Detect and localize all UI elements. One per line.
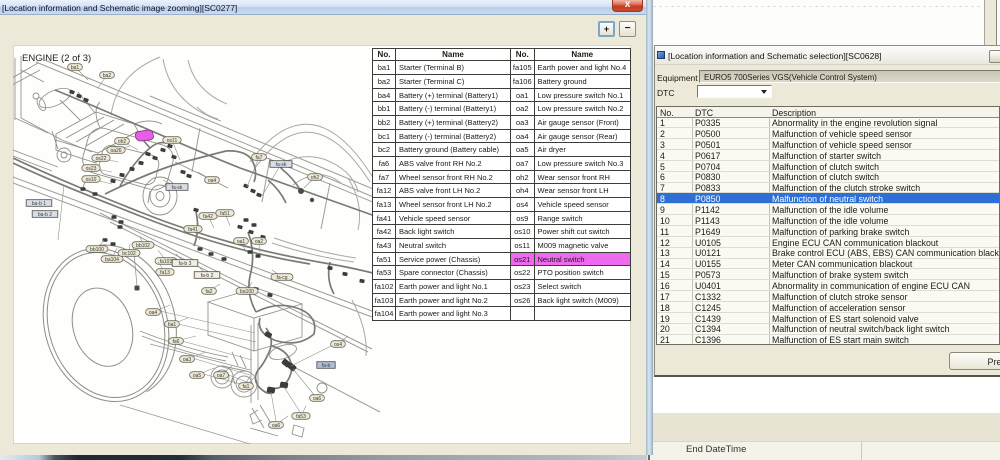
svg-text:os10: os10 [86, 177, 97, 183]
svg-text:oa1: oa1 [237, 239, 246, 245]
svg-text:os11: os11 [167, 138, 178, 144]
svg-text:fa53: fa53 [296, 414, 306, 420]
svg-text:oa6: oa6 [272, 423, 281, 429]
svg-text:ba100: ba100 [240, 289, 254, 295]
svg-text:fa51: fa51 [220, 211, 230, 217]
svg-text:os23: os23 [86, 166, 97, 172]
svg-text:fa7: fa7 [256, 155, 263, 161]
svg-text:fa-cg: fa-cg [276, 275, 287, 281]
svg-text:ba-b 1: ba-b 1 [32, 201, 46, 207]
svg-text:oa26: oa26 [110, 148, 121, 154]
svg-text:fa-sk: fa-sk [276, 162, 287, 168]
svg-text:oa6: oa6 [313, 396, 322, 402]
svg-text:oa3: oa3 [183, 357, 192, 363]
svg-text:fa13: fa13 [160, 270, 170, 276]
svg-text:bc102: bc102 [122, 251, 136, 257]
svg-text:fa2: fa2 [206, 289, 213, 295]
svg-text:ba1: ba1 [168, 322, 177, 328]
svg-text:fa-sk: fa-sk [172, 185, 183, 191]
svg-text:fa103: fa103 [160, 259, 173, 265]
svg-text:fa41: fa41 [188, 227, 198, 233]
svg-text:ba1: ba1 [71, 65, 80, 71]
svg-text:fa6: fa6 [173, 339, 180, 345]
svg-text:fa-b: fa-b [322, 363, 331, 369]
svg-text:oa2: oa2 [255, 239, 264, 245]
svg-text:oa5: oa5 [193, 373, 202, 379]
svg-text:fa-b 3: fa-b 3 [179, 261, 192, 267]
svg-text:fa42: fa42 [203, 214, 213, 220]
svg-text:oa4: oa4 [208, 178, 217, 184]
svg-text:os4: os4 [334, 342, 342, 348]
svg-text:ENGINE (2 of 3): ENGINE (2 of 3) [22, 53, 91, 64]
svg-text:oh2: oh2 [118, 139, 127, 145]
svg-text:oa4: oa4 [149, 310, 158, 316]
svg-text:os22: os22 [96, 156, 107, 162]
svg-text:ba2: ba2 [103, 73, 112, 79]
svg-text:ba-b 2: ba-b 2 [38, 212, 52, 218]
svg-text:bb100: bb100 [90, 247, 104, 253]
svg-text:oh2: oh2 [311, 175, 320, 181]
svg-text:fa-b 2: fa-b 2 [201, 273, 214, 279]
svg-text:fa1: fa1 [243, 384, 250, 390]
svg-text:bb102: bb102 [136, 243, 150, 249]
svg-text:ba104: ba104 [105, 257, 119, 263]
svg-text:oa7: oa7 [217, 373, 226, 379]
